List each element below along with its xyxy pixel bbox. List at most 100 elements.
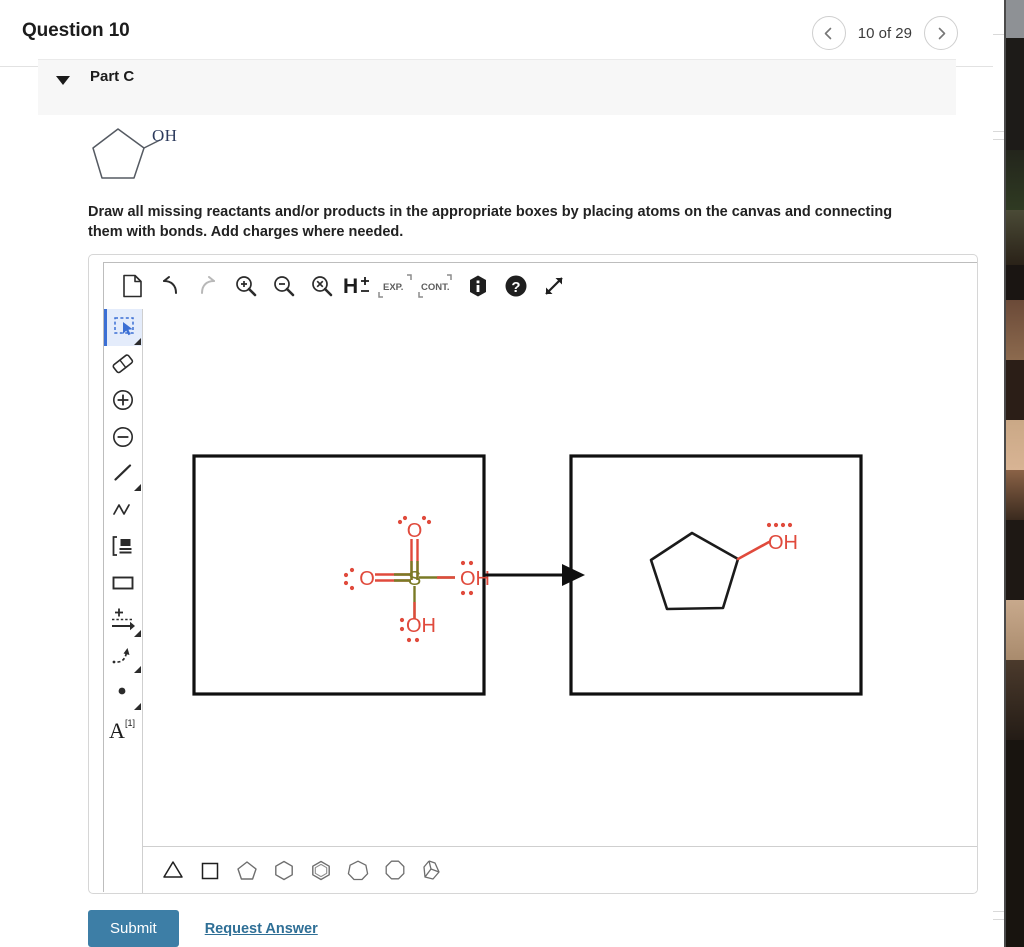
fullscreen-button[interactable]	[535, 267, 573, 305]
template-cyclobutane[interactable]	[191, 853, 228, 887]
page-title: Question 10	[22, 20, 130, 41]
single-bond-icon	[114, 464, 132, 481]
svg-text:CONT.: CONT.	[421, 282, 450, 293]
sliver-divider	[993, 131, 1004, 132]
pager-label: 10 of 29	[857, 24, 912, 42]
request-answer-link[interactable]: Request Answer	[205, 921, 318, 937]
zoom-out-icon	[274, 276, 295, 297]
template-cyclohexane[interactable]	[265, 853, 302, 887]
drawing-canvas[interactable]: O O S OH OH OH	[143, 309, 977, 847]
curved-arrow-icon	[112, 647, 130, 664]
atom-label-o-top: O	[407, 520, 423, 542]
tool-lone-pair[interactable]	[104, 674, 142, 711]
contract-structure-button[interactable]: CONT.	[415, 267, 459, 305]
help-button[interactable]: ?	[497, 267, 535, 305]
svg-text:A: A	[109, 718, 125, 741]
fullscreen-arrows-icon	[545, 277, 563, 295]
video-thumbnail-sliver[interactable]	[1006, 0, 1024, 947]
tool-atom-label[interactable]: A [1]	[104, 711, 142, 748]
tool-submenu-indicator-icon	[134, 337, 141, 345]
svg-text:EXP.: EXP.	[383, 282, 403, 293]
template-cyclopropane[interactable]	[154, 853, 191, 887]
previous-question-button[interactable]	[811, 16, 846, 50]
tool-increase-charge[interactable]	[104, 382, 142, 419]
sliver-divider	[993, 911, 1004, 912]
submit-button[interactable]: Submit	[88, 910, 179, 947]
benzene-ring-icon	[311, 860, 330, 880]
sulfuric-acid-structure: O O S OH OH	[343, 515, 490, 643]
product-box[interactable]	[569, 454, 863, 696]
eraser-icon	[112, 354, 134, 374]
page-root: Question 10 10 of 29 Part C OH Draw all …	[0, 0, 1024, 947]
tool-reaction-arrow[interactable]	[104, 601, 142, 638]
zigzag-chain-icon	[113, 503, 130, 515]
atom-label-oh-bottom: OH	[406, 615, 436, 637]
editor-top-toolbar: H EXP. CONT. ?	[104, 263, 977, 309]
caret-down-icon[interactable]	[56, 76, 70, 85]
undo-button[interactable]	[151, 267, 189, 305]
zoom-out-button[interactable]	[265, 267, 303, 305]
atom-label-o-left: O	[359, 568, 375, 590]
redo-button[interactable]	[189, 267, 227, 305]
tool-submenu-indicator-icon	[134, 666, 141, 673]
sliver-divider	[993, 919, 1004, 920]
tool-decrease-charge[interactable]	[104, 419, 142, 456]
template-bicyclic[interactable]	[413, 853, 450, 887]
info-button[interactable]	[459, 267, 497, 305]
svg-text:H: H	[343, 275, 358, 298]
template-cyclooctane[interactable]	[376, 853, 413, 887]
assignment-column: Question 10 10 of 29 Part C OH Draw all …	[0, 0, 993, 947]
triangle-icon	[162, 860, 183, 878]
hydrogen-toggle-button[interactable]: H	[341, 267, 375, 305]
bicyclic-icon	[422, 859, 440, 880]
tool-submenu-indicator-icon	[134, 483, 141, 491]
zoom-in-icon	[236, 276, 257, 297]
cyclopentanol-structure: OH	[649, 522, 798, 611]
pentagon-icon	[236, 860, 257, 880]
square-icon	[201, 862, 218, 879]
tool-chain[interactable]	[104, 492, 142, 529]
rectangle-icon	[112, 576, 134, 590]
new-document-button[interactable]	[113, 267, 151, 305]
tool-single-bond[interactable]	[104, 455, 142, 492]
svg-text:[1]: [1]	[125, 718, 135, 728]
atom-label-oh-right: OH	[460, 568, 490, 590]
sliver-divider	[993, 139, 1004, 140]
tool-submenu-indicator-icon	[134, 629, 141, 637]
molecule-editor: H EXP. CONT. ? A [1] O O S OH OH OH	[103, 262, 977, 893]
zoom-reset-icon	[312, 276, 333, 297]
chevron-left-icon	[824, 27, 832, 39]
reaction-arrow-icon	[112, 608, 135, 631]
new-document-icon	[122, 274, 142, 298]
lone-pairs-oh-product	[766, 522, 793, 528]
octagon-icon	[385, 860, 404, 879]
template-cyclopentane[interactable]	[228, 853, 265, 887]
tool-curved-arrow[interactable]	[104, 638, 142, 675]
svg-text:?: ?	[511, 279, 520, 296]
tool-bracket[interactable]	[104, 528, 142, 565]
contract-brackets-icon: CONT.	[418, 274, 452, 298]
lone-pairs-o-left	[343, 567, 355, 591]
h-plus-minus-icon: H	[343, 275, 369, 298]
zoom-in-button[interactable]	[227, 267, 265, 305]
atom-label-s-center: S	[408, 568, 421, 590]
tool-select[interactable]	[104, 309, 142, 346]
part-section-bar[interactable]: Part C	[38, 59, 956, 115]
atom-label-oh-product: OH	[768, 532, 798, 554]
instructions-text: Draw all missing reactants and/or produc…	[88, 204, 893, 240]
reactant-box[interactable]	[192, 454, 486, 696]
tool-eraser[interactable]	[104, 346, 142, 383]
template-cycloheptane[interactable]	[339, 853, 376, 887]
hexagon-icon	[274, 860, 293, 880]
expand-structure-button[interactable]: EXP.	[375, 267, 415, 305]
atom-label-a-icon: A [1]	[109, 718, 135, 741]
heptagon-icon	[347, 860, 368, 880]
template-benzene[interactable]	[302, 853, 339, 887]
zoom-reset-button[interactable]	[303, 267, 341, 305]
tool-submenu-indicator-icon	[134, 702, 141, 710]
question-mark-icon: ?	[505, 275, 527, 297]
minus-circle-icon	[113, 426, 133, 447]
bracket-group-icon	[112, 536, 132, 557]
tool-rectangle-box[interactable]	[104, 565, 142, 602]
next-question-button[interactable]	[924, 16, 958, 50]
